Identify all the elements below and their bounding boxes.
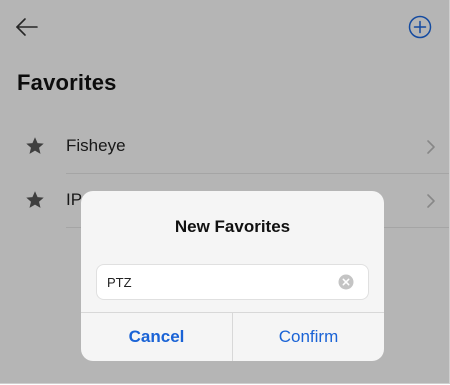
favorites-screen: Favorites Fisheye IPC New Favorites PTZ … [0,0,450,384]
favorite-name-field [96,264,369,300]
clear-circle-icon [338,274,354,290]
cancel-button[interactable]: Cancel [81,313,233,361]
confirm-button[interactable]: Confirm [233,313,384,361]
dialog-actions: Cancel Confirm [81,312,384,361]
clear-input-button[interactable] [338,274,354,290]
favorite-name-input[interactable] [107,265,327,299]
dialog-title: New Favorites [174,217,291,236]
new-favorites-dialog: New Favorites Cancel Confirm [81,191,384,361]
